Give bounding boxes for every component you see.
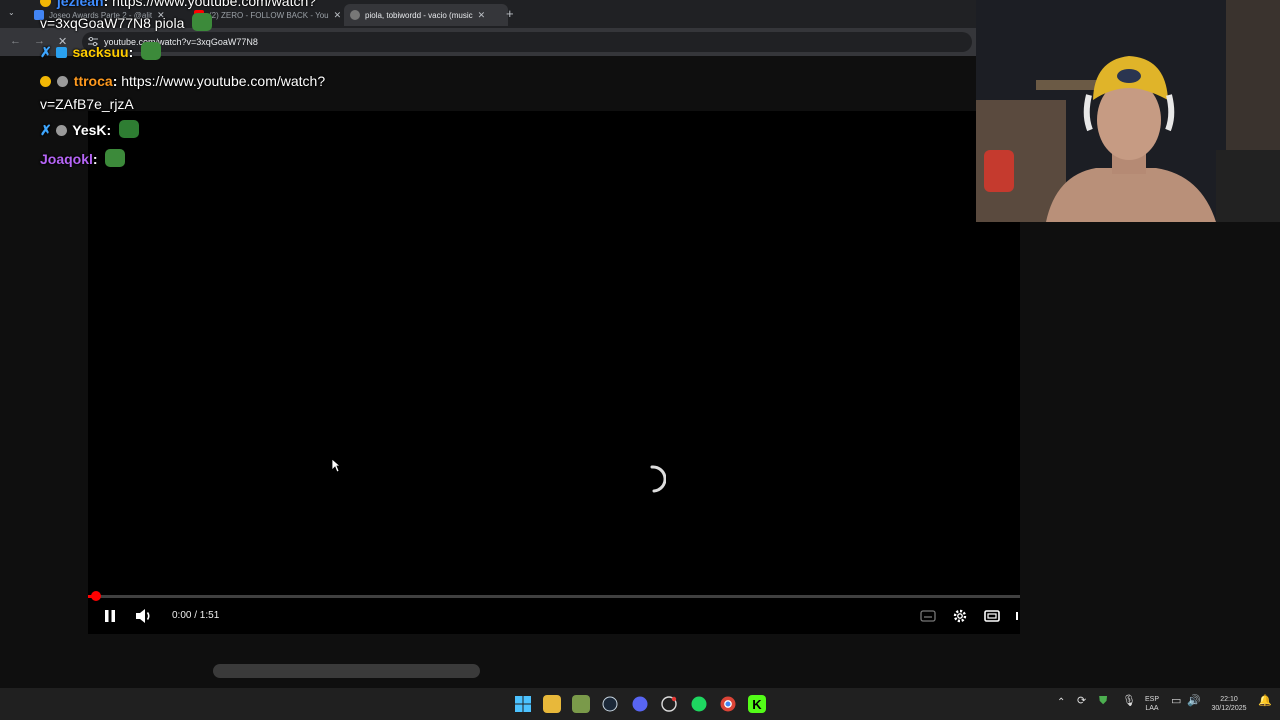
clock-time: 22:10 xyxy=(1220,696,1238,703)
obs-icon[interactable] xyxy=(660,695,678,713)
browser-toolbar: ← → ✕ youtube.com/watch?v=3xqGoaW77N8 xyxy=(0,28,976,56)
fullscreen-icon xyxy=(1016,612,1018,620)
close-tab-icon[interactable]: ✕ xyxy=(478,10,486,21)
chrome-icon[interactable] xyxy=(719,695,737,713)
close-tab-icon[interactable]: ✕ xyxy=(157,10,165,21)
discord-icon[interactable] xyxy=(631,695,649,713)
loading-spinner-icon xyxy=(650,465,666,493)
network-icon[interactable]: ▭ xyxy=(1171,696,1181,707)
youtube-favicon-icon xyxy=(194,10,204,20)
clock-date: 30/12/2025 xyxy=(1211,705,1247,712)
forward-icon[interactable]: → xyxy=(34,35,45,47)
scrubber-handle[interactable] xyxy=(91,591,101,601)
start-button[interactable] xyxy=(514,695,532,713)
keyboard-layout: LAA xyxy=(1145,705,1159,712)
drive-favicon-icon xyxy=(34,10,44,20)
steam-icon[interactable] xyxy=(601,695,619,713)
minecraft-icon[interactable] xyxy=(572,695,590,713)
browser-tab-strip: ⌄ Joseo Awards Parte 2 - @alit ✕ (2) ZER… xyxy=(0,0,976,28)
address-bar[interactable]: youtube.com/watch?v=3xqGoaW77N8 xyxy=(82,32,972,52)
mouse-cursor-icon xyxy=(331,458,341,473)
loading-favicon-icon xyxy=(350,10,360,20)
tab-label: (2) ZERO - FOLLOW BACK - You xyxy=(209,10,329,20)
language-indicator[interactable]: ESP LAA xyxy=(1141,695,1163,713)
new-tab-button[interactable]: + xyxy=(506,6,514,21)
tab-search-chevron-icon[interactable]: ⌄ xyxy=(8,8,15,17)
tab-zero-follow-back[interactable]: (2) ZERO - FOLLOW BACK - You ✕ xyxy=(188,4,348,26)
horizontal-scrollbar[interactable] xyxy=(213,664,480,678)
subtitles-icon xyxy=(920,610,936,622)
video-player[interactable]: 0:00 / 1:51 xyxy=(88,111,1020,634)
subtitles-button[interactable] xyxy=(916,605,940,627)
time-display: 0:00 / 1:51 xyxy=(172,610,220,621)
fullscreen-button[interactable] xyxy=(1014,605,1020,627)
windows-logo-icon xyxy=(515,696,531,712)
progress-bar[interactable] xyxy=(88,595,1020,598)
theater-mode-icon xyxy=(984,610,1000,622)
spotify-icon[interactable] xyxy=(690,695,708,713)
tab-joseo-awards[interactable]: Joseo Awards Parte 2 - @alit ✕ xyxy=(28,4,190,26)
microphone-icon[interactable]: 🎙 xyxy=(1122,696,1136,707)
webcam-feed-image xyxy=(976,0,1280,222)
volume-icon xyxy=(136,609,150,623)
tab-label: piola, tobiwordd - vacio (music xyxy=(365,10,473,20)
kick-icon[interactable]: K xyxy=(748,695,766,713)
show-hidden-icons-icon[interactable]: ⌃ xyxy=(1057,698,1065,708)
stop-loading-icon[interactable]: ✕ xyxy=(58,35,67,48)
notification-bell-icon[interactable]: 🔔 xyxy=(1258,696,1272,707)
sync-icon[interactable]: ⟳ xyxy=(1077,696,1086,707)
language-code: ESP xyxy=(1144,696,1159,703)
url-text: youtube.com/watch?v=3xqGoaW77N8 xyxy=(104,37,258,47)
pause-icon xyxy=(105,610,115,622)
tab-label: Joseo Awards Parte 2 - @alit xyxy=(49,10,153,20)
close-tab-icon[interactable]: ✕ xyxy=(334,10,342,21)
system-clock[interactable]: 22:10 30/12/2025 xyxy=(1205,695,1253,713)
back-icon[interactable]: ← xyxy=(10,35,21,47)
tab-piola-vacio[interactable]: piola, tobiwordd - vacio (music ✕ xyxy=(344,4,508,26)
file-explorer-icon[interactable] xyxy=(543,695,561,713)
gear-icon xyxy=(953,609,967,623)
site-info-icon[interactable] xyxy=(88,37,98,46)
speaker-icon[interactable]: 🔊 xyxy=(1187,696,1201,707)
volume-button[interactable] xyxy=(132,605,156,627)
settings-button[interactable] xyxy=(948,605,972,627)
pause-button[interactable] xyxy=(100,605,120,627)
windows-taskbar: K ⌃ ⟳ ⛊ 🎙 ESP LAA ▭ 🔊 22:10 30/12/2025 🔔 xyxy=(0,688,1280,720)
theater-mode-button[interactable] xyxy=(980,605,1004,627)
webcam-overlay xyxy=(976,0,1280,222)
shield-icon[interactable]: ⛊ xyxy=(1099,696,1107,707)
